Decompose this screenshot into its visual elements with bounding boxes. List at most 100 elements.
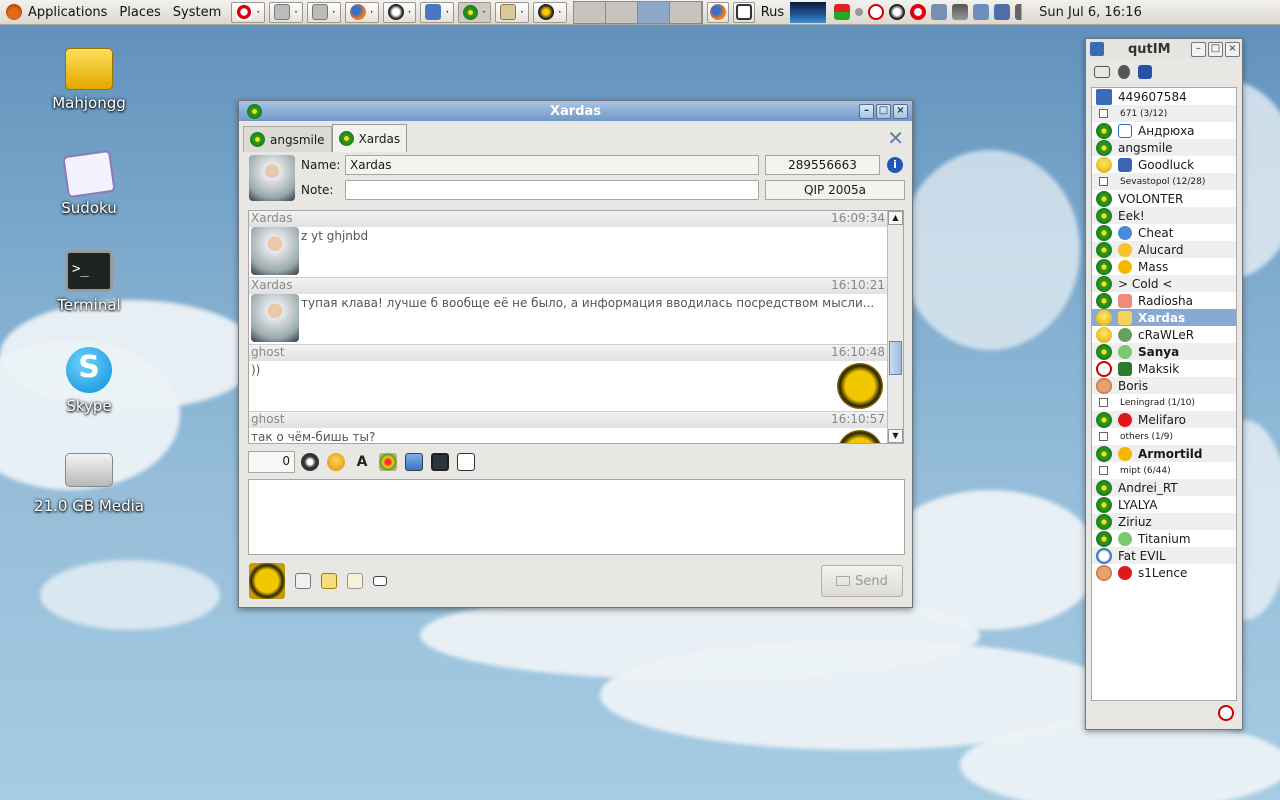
desktop-icon-sudoku[interactable]: Sudoku [34, 149, 144, 217]
desktop-icon-skype[interactable]: S Skype [34, 347, 144, 415]
contact-row[interactable]: Armortild [1092, 445, 1236, 462]
group-row[interactable]: Leningrad (1/10) [1092, 394, 1236, 411]
image-icon[interactable] [405, 453, 423, 471]
account-row[interactable]: 449607584 [1092, 88, 1236, 105]
applications-menu[interactable]: Applications [0, 0, 113, 25]
contact-list[interactable]: 449607584 671 (3/12) Андрюха angsmile Goodl… [1091, 87, 1237, 701]
scroll-down-arrow[interactable]: ▼ [888, 429, 903, 443]
contact-row[interactable]: s1Lence [1092, 564, 1236, 581]
nb-status-icon[interactable] [868, 4, 885, 20]
desktop-icon-media[interactable]: 21.0 GB Media [34, 453, 144, 515]
contact-row[interactable]: LYALYA [1092, 496, 1236, 513]
dot-icon[interactable] [855, 8, 864, 16]
contact-row[interactable]: Андрюха [1092, 122, 1236, 139]
workspace-2[interactable] [605, 1, 638, 23]
notepad-icon[interactable] [347, 573, 363, 589]
nb-status-icon[interactable] [1218, 705, 1234, 721]
save-icon[interactable] [431, 453, 449, 471]
emoticon-icon[interactable] [327, 453, 345, 471]
minimize-button[interactable]: – [1191, 41, 1206, 57]
info-icon[interactable]: i [887, 157, 903, 173]
contact-row[interactable]: Sanya [1092, 343, 1236, 360]
user-icon[interactable] [1118, 65, 1130, 79]
system-menu[interactable]: System [167, 0, 227, 25]
contact-row[interactable]: Alucard [1092, 241, 1236, 258]
close-button[interactable]: × [1225, 41, 1240, 57]
places-menu[interactable]: Places [113, 0, 166, 25]
workspace-switcher[interactable] [572, 0, 703, 24]
contact-row[interactable]: angsmile [1092, 139, 1236, 156]
tab-xardas[interactable]: Xardas [331, 124, 408, 152]
note-field[interactable] [345, 180, 759, 200]
workspace-1[interactable] [573, 1, 606, 23]
desktop-icon-terminal[interactable]: >_ Terminal [34, 250, 144, 314]
toggle-panel-icon[interactable] [373, 576, 387, 586]
close-tab-icon[interactable]: ✕ [887, 126, 904, 150]
chat-history[interactable]: Xardas 16:09:34 z yt ghjnbd Xardas 16:10:2… [248, 210, 904, 444]
contact-row[interactable]: Titanium [1092, 530, 1236, 547]
group-row[interactable]: 671 (3/12) [1092, 105, 1236, 122]
desktop-icon-mahjongg[interactable]: Mahjongg [34, 48, 144, 112]
compose-input[interactable] [248, 479, 905, 555]
taskbar-button-penguin[interactable]: · [532, 1, 567, 23]
penguin-tray-icon[interactable] [889, 4, 906, 20]
group-row[interactable]: others (1/9) [1092, 428, 1236, 445]
maximize-button[interactable]: □ [876, 103, 891, 119]
workspace-4[interactable] [669, 1, 702, 23]
color-palette-icon[interactable] [379, 453, 397, 471]
taskbar-button-window1[interactable]: · [269, 1, 303, 23]
font-icon[interactable]: A [353, 453, 371, 471]
download-icon[interactable] [952, 4, 969, 20]
contact-row[interactable]: Boris [1092, 377, 1236, 394]
contact-row[interactable]: Ziriuz [1092, 513, 1236, 530]
uin-field[interactable]: 289556663 [765, 155, 880, 175]
quote-icon[interactable] [321, 573, 337, 589]
contact-row[interactable]: Cheat [1092, 224, 1236, 241]
network-manager-icon[interactable] [973, 4, 990, 20]
group-row[interactable]: mipt (6/44) [1092, 462, 1236, 479]
contact-row[interactable]: Radiosha [1092, 292, 1236, 309]
contact-row[interactable]: Melifaro [1092, 411, 1236, 428]
network-icon[interactable] [931, 4, 948, 20]
taskbar-button-opera[interactable]: · [231, 1, 266, 23]
contact-row[interactable]: VOLONTER [1092, 190, 1236, 207]
contact-row[interactable]: Xardas [1092, 309, 1236, 326]
taskbar-button-firefox[interactable]: · [344, 1, 379, 23]
flag-icon[interactable] [834, 4, 851, 20]
expand-icon[interactable] [457, 453, 475, 471]
qutim-titlebar[interactable]: qutIM – □ × [1086, 39, 1242, 59]
name-field[interactable]: Xardas [345, 155, 759, 175]
tab-angsmile[interactable]: angsmile [243, 126, 332, 152]
minimize-button[interactable]: – [859, 103, 874, 119]
contact-row[interactable]: Maksik [1092, 360, 1236, 377]
taskbar-button-qutim[interactable]: · [420, 1, 455, 23]
group-row[interactable]: Sevastopol (12/28) [1092, 173, 1236, 190]
maximize-button[interactable]: □ [1208, 41, 1223, 57]
own-avatar[interactable] [249, 563, 285, 599]
send-button[interactable]: Send [821, 565, 903, 597]
contact-row[interactable]: cRaWLeR [1092, 326, 1236, 343]
taskbar-button-icq[interactable]: · [458, 1, 492, 23]
taskbar-button-window2[interactable]: · [306, 1, 341, 23]
workspace-3[interactable] [637, 1, 670, 23]
enter-key-icon[interactable] [295, 573, 311, 589]
scroll-up-arrow[interactable]: ▲ [888, 211, 903, 225]
history-scrollbar[interactable]: ▲ ▼ [887, 211, 903, 443]
monitor-icon[interactable] [994, 4, 1011, 20]
close-button[interactable]: × [893, 103, 908, 119]
opera-tray-icon[interactable] [910, 4, 927, 20]
chat-titlebar[interactable]: Xardas – □ × [239, 101, 912, 121]
history-icon[interactable] [301, 453, 319, 471]
taskbar-button-notes[interactable]: · [495, 1, 529, 23]
keyboard-layout[interactable]: Rus [755, 0, 790, 25]
volume-icon[interactable] [1015, 4, 1032, 20]
taskbar-button-pidgin[interactable]: · [382, 1, 417, 23]
scroll-thumb[interactable] [889, 341, 902, 375]
book-icon[interactable] [1094, 66, 1110, 78]
contact-row[interactable]: Fat EVIL [1092, 547, 1236, 564]
contact-row[interactable]: > Cold < [1092, 275, 1236, 292]
show-desktop-button[interactable] [732, 1, 755, 23]
contact-row[interactable]: Mass [1092, 258, 1236, 275]
contact-row[interactable]: Eek! [1092, 207, 1236, 224]
firefox-launcher[interactable] [706, 1, 729, 23]
